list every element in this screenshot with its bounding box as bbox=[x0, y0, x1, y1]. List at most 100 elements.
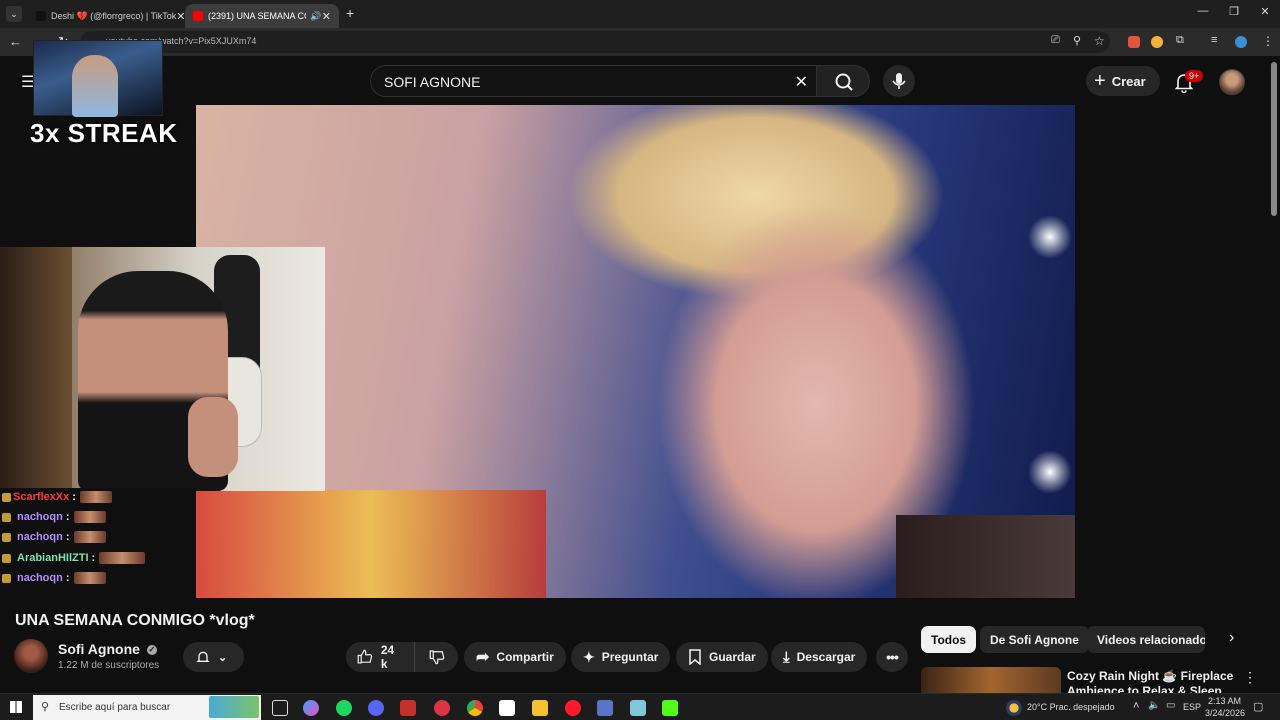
kick-icon[interactable] bbox=[662, 700, 678, 716]
back-button[interactable]: ← bbox=[9, 34, 22, 49]
chip-videos-relacionados[interactable]: Videos relacionados bbox=[1087, 626, 1205, 653]
recommended-thumbnail[interactable] bbox=[921, 667, 1061, 693]
volume-icon[interactable]: 🔈 bbox=[1148, 700, 1160, 711]
clock-time[interactable]: 2:13 AM bbox=[1208, 696, 1241, 706]
chat-separator: : bbox=[72, 491, 76, 503]
browser-tab-strip: ⌄ Deshi 💔 (@florrgreco) | TikTok ✕ (2391… bbox=[0, 0, 1280, 28]
minimize-button[interactable]: — bbox=[1188, 5, 1218, 17]
media-controls-icon[interactable]: ≡ bbox=[1211, 34, 1217, 46]
tab-title: (2391) UNA SEMANA CONI bbox=[208, 11, 306, 21]
spotify-icon[interactable] bbox=[336, 700, 352, 716]
profile-icon[interactable] bbox=[1235, 36, 1247, 48]
tab-tiktok[interactable]: Deshi 💔 (@florrgreco) | TikTok ✕ bbox=[28, 4, 184, 28]
bookmark-star-icon[interactable]: ☆ bbox=[1094, 34, 1105, 48]
task-view-icon[interactable] bbox=[272, 700, 288, 716]
close-icon[interactable]: ✕ bbox=[322, 10, 331, 23]
chat-username: nachoqn bbox=[17, 572, 63, 584]
bookmark-icon bbox=[689, 649, 701, 665]
create-button[interactable]: + Crear bbox=[1086, 66, 1160, 96]
chip-label: Todos bbox=[931, 632, 967, 647]
subscriber-badge-icon bbox=[2, 492, 11, 502]
tray-chevron-icon[interactable]: ˄ bbox=[1133, 700, 1139, 712]
stage-light bbox=[1028, 450, 1072, 494]
weather-text[interactable]: 20°C Prac. despejado bbox=[1027, 702, 1115, 712]
extension-icon[interactable] bbox=[1128, 36, 1140, 48]
clear-search-icon[interactable]: ✕ bbox=[795, 72, 808, 92]
user-avatar[interactable] bbox=[1219, 69, 1245, 95]
discord-icon[interactable] bbox=[368, 700, 384, 716]
channel-name[interactable]: Sofi Agnone ✓ bbox=[58, 641, 157, 657]
notification-center-icon[interactable]: ▢ bbox=[1253, 700, 1263, 713]
taskbar-search-input[interactable]: ⚲ Escribe aquí para buscar bbox=[33, 695, 261, 720]
restore-button[interactable]: ❐ bbox=[1219, 5, 1249, 18]
new-tab-button[interactable]: + bbox=[346, 5, 354, 21]
chat-overlay: ScarflexXx : nachoqn : nachoqn : Arabian… bbox=[0, 488, 196, 598]
keyboard-language[interactable]: ESP bbox=[1183, 702, 1201, 712]
windows-start-icon[interactable] bbox=[10, 701, 22, 713]
channel-avatar[interactable] bbox=[14, 639, 48, 673]
tab-youtube[interactable]: (2391) UNA SEMANA CONI 🔊 ✕ bbox=[185, 4, 339, 28]
video-foreground-shape bbox=[896, 515, 1075, 598]
extension-icon[interactable] bbox=[1151, 36, 1163, 48]
stage-light bbox=[1028, 215, 1072, 259]
weather-icon bbox=[1006, 700, 1022, 716]
clock-date[interactable]: 3/24/2026 bbox=[1205, 708, 1245, 718]
app-icon[interactable] bbox=[400, 700, 416, 716]
app-icon[interactable] bbox=[597, 700, 613, 716]
video-player[interactable] bbox=[196, 105, 1075, 598]
download-button[interactable]: ⤓ Descargar bbox=[771, 642, 868, 672]
subscribed-bell-button[interactable]: ⌄ bbox=[183, 642, 244, 672]
speaker-icon[interactable]: 🔊 bbox=[310, 11, 321, 22]
window-close-button[interactable]: ✕ bbox=[1250, 5, 1280, 18]
close-icon[interactable]: ✕ bbox=[176, 10, 184, 23]
network-icon[interactable]: ▭ bbox=[1166, 700, 1175, 711]
more-horizontal-icon: ••• bbox=[886, 649, 899, 665]
opera-icon[interactable] bbox=[565, 700, 581, 716]
chat-separator: : bbox=[65, 511, 70, 523]
file-explorer-icon[interactable] bbox=[532, 700, 548, 716]
copilot-icon[interactable] bbox=[303, 700, 319, 716]
chat-username: ScarflexXx bbox=[13, 491, 70, 503]
page-scrollbar[interactable] bbox=[1271, 62, 1277, 216]
share-button[interactable]: ➦ Compartir bbox=[464, 642, 566, 672]
chrome-icon[interactable] bbox=[467, 700, 483, 716]
zoom-icon[interactable]: ⚲ bbox=[1073, 34, 1081, 47]
extensions-puzzle-icon[interactable]: ⧉ bbox=[1176, 34, 1184, 47]
address-bar[interactable]: youtube.com/watch?v=Pix5XJUXm74 bbox=[80, 31, 1110, 53]
search-highlight-image bbox=[209, 696, 259, 718]
voice-search-button[interactable] bbox=[883, 65, 915, 97]
app-icon[interactable] bbox=[630, 700, 646, 716]
verified-check-icon: ✓ bbox=[146, 645, 157, 656]
ask-button[interactable]: ✦ Preguntar bbox=[571, 642, 671, 672]
browser-menu-icon[interactable]: ⋮ bbox=[1262, 34, 1274, 48]
notifications-badge: 9+ bbox=[1185, 70, 1204, 82]
more-vertical-icon[interactable]: ⋮ bbox=[1243, 669, 1257, 686]
search-input[interactable]: SOFI AGNONE ✕ bbox=[370, 65, 817, 97]
tab-title: Deshi 💔 (@florrgreco) | TikTok bbox=[51, 10, 177, 21]
subscriber-badge-icon bbox=[2, 573, 11, 583]
subscriber-badge-icon bbox=[2, 532, 11, 542]
save-button[interactable]: Guardar bbox=[676, 642, 768, 672]
chat-message: nachoqn : bbox=[2, 569, 106, 587]
dislike-button[interactable] bbox=[414, 642, 458, 672]
chip-de-sofi-agnone[interactable]: De Sofi Agnone bbox=[980, 626, 1089, 653]
search-button[interactable] bbox=[816, 65, 870, 97]
cast-icon[interactable]: ⎚ bbox=[1051, 34, 1060, 47]
recommended-title[interactable]: Cozy Rain Night ☕ Fireplace Ambience to … bbox=[1067, 669, 1237, 693]
sparkle-icon: ✦ bbox=[583, 648, 595, 665]
subscriber-count: 1.22 M de suscriptores bbox=[58, 660, 160, 671]
chat-separator: : bbox=[65, 531, 70, 543]
more-actions-button[interactable]: ••• bbox=[876, 642, 908, 672]
streamer-hand bbox=[188, 397, 238, 477]
windows-taskbar: ⚲ Escribe aquí para buscar 20°C Prac. de… bbox=[0, 693, 1280, 720]
app-icon[interactable] bbox=[434, 700, 450, 716]
like-button[interactable]: 24 k bbox=[346, 642, 414, 672]
chevron-right-icon[interactable]: › bbox=[1229, 629, 1234, 647]
chip-todos[interactable]: Todos bbox=[921, 626, 977, 653]
share-label: Compartir bbox=[496, 650, 554, 664]
tab-search-button[interactable]: ⌄ bbox=[6, 6, 22, 22]
taskbar-search-placeholder: Escribe aquí para buscar bbox=[59, 702, 171, 713]
like-count: 24 k bbox=[380, 643, 395, 671]
capcut-icon[interactable] bbox=[499, 700, 515, 716]
streak-label: 3x STREAK bbox=[30, 118, 178, 148]
